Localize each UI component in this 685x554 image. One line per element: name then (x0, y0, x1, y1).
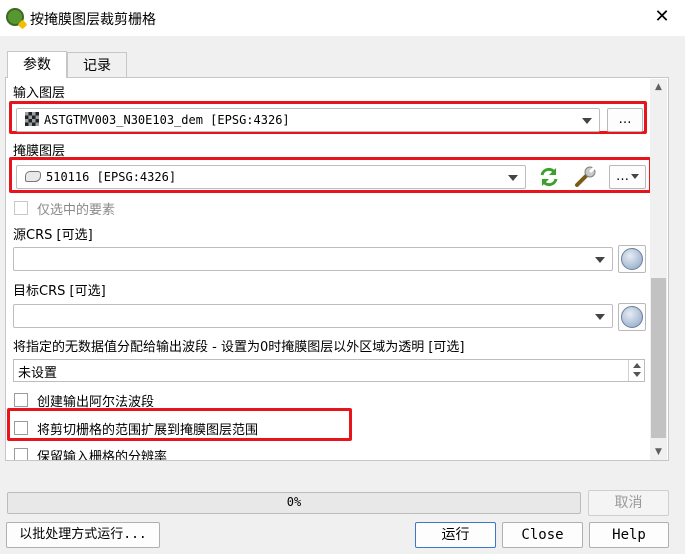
run-button[interactable]: 运行 (415, 522, 496, 548)
selected-only-checkbox[interactable] (14, 201, 28, 215)
input-layer-value: ASTGTMV003_N30E103_dem [EPSG:4326] (44, 113, 290, 127)
crop-extent-label: 将剪切栅格的范围扩展到掩膜图层范围 (37, 423, 259, 438)
source-crs-select-button[interactable] (618, 245, 646, 273)
input-layer-label: 输入图层 (13, 86, 66, 101)
keep-resolution-checkbox[interactable] (14, 448, 28, 460)
polygon-layer-icon (25, 171, 41, 182)
mask-layer-more-button[interactable]: … (609, 165, 646, 189)
tab-parameters[interactable]: 参数 (7, 51, 67, 78)
chevron-down-icon (595, 257, 605, 263)
raster-layer-icon (25, 112, 39, 126)
batch-process-button[interactable]: 以批处理方式运行... (6, 522, 160, 548)
cancel-button[interactable]: 取消 (588, 490, 669, 516)
create-alpha-checkbox[interactable] (14, 393, 28, 407)
chevron-down-icon (508, 175, 518, 181)
globe-icon (621, 306, 643, 328)
progress-bar: 0% (7, 492, 581, 514)
nodata-value: 未设置 (18, 366, 58, 381)
spin-arrows-icon[interactable] (628, 360, 644, 381)
target-crs-select-button[interactable] (618, 303, 646, 331)
refresh-icon[interactable] (536, 164, 562, 190)
input-layer-combo[interactable]: ASTGTMV003_N30E103_dem [EPSG:4326] (16, 108, 600, 132)
scroll-down-icon[interactable]: ▼ (650, 445, 667, 459)
source-crs-label: 源CRS [可选] (13, 228, 93, 243)
crop-extent-checkbox[interactable] (14, 421, 28, 435)
chevron-down-icon (595, 314, 605, 320)
window-title: 按掩膜图层裁剪栅格 (30, 12, 156, 28)
close-icon[interactable]: ✕ (652, 6, 672, 28)
nodata-label: 将指定的无数据值分配给输出波段 - 设置为0时掩膜图层以外区域为透明 [可选] (13, 340, 465, 355)
mask-layer-combo[interactable]: 510116 [EPSG:4326] (16, 165, 526, 189)
qgis-logo-icon (6, 8, 24, 26)
mask-layer-value: 510116 [EPSG:4326] (46, 170, 177, 184)
nodata-spinbox[interactable]: 未设置 (13, 359, 645, 382)
progress-text: 0% (286, 495, 302, 509)
clip-row: 保留输入栅格的分辨率 (6, 440, 646, 460)
wrench-icon[interactable] (572, 164, 598, 190)
tab-log[interactable]: 记录 (67, 52, 127, 78)
keep-resolution-label: 保留输入栅格的分辨率 (37, 450, 168, 460)
target-crs-combo[interactable] (13, 304, 613, 328)
globe-icon (621, 248, 643, 270)
scroll-up-icon[interactable]: ▲ (650, 80, 667, 94)
selected-only-label: 仅选中的要素 (37, 203, 116, 218)
input-layer-more-button[interactable]: … (607, 108, 643, 132)
help-button[interactable]: Help (589, 522, 669, 548)
source-crs-combo[interactable] (13, 247, 613, 271)
title-bar: 按掩膜图层裁剪栅格 ✕ (0, 0, 685, 36)
close-button[interactable]: Close (502, 522, 583, 548)
target-crs-label: 目标CRS [可选] (13, 284, 106, 299)
chevron-down-icon (582, 118, 592, 124)
chevron-down-icon (631, 174, 639, 179)
scrollbar-thumb[interactable] (651, 278, 666, 438)
